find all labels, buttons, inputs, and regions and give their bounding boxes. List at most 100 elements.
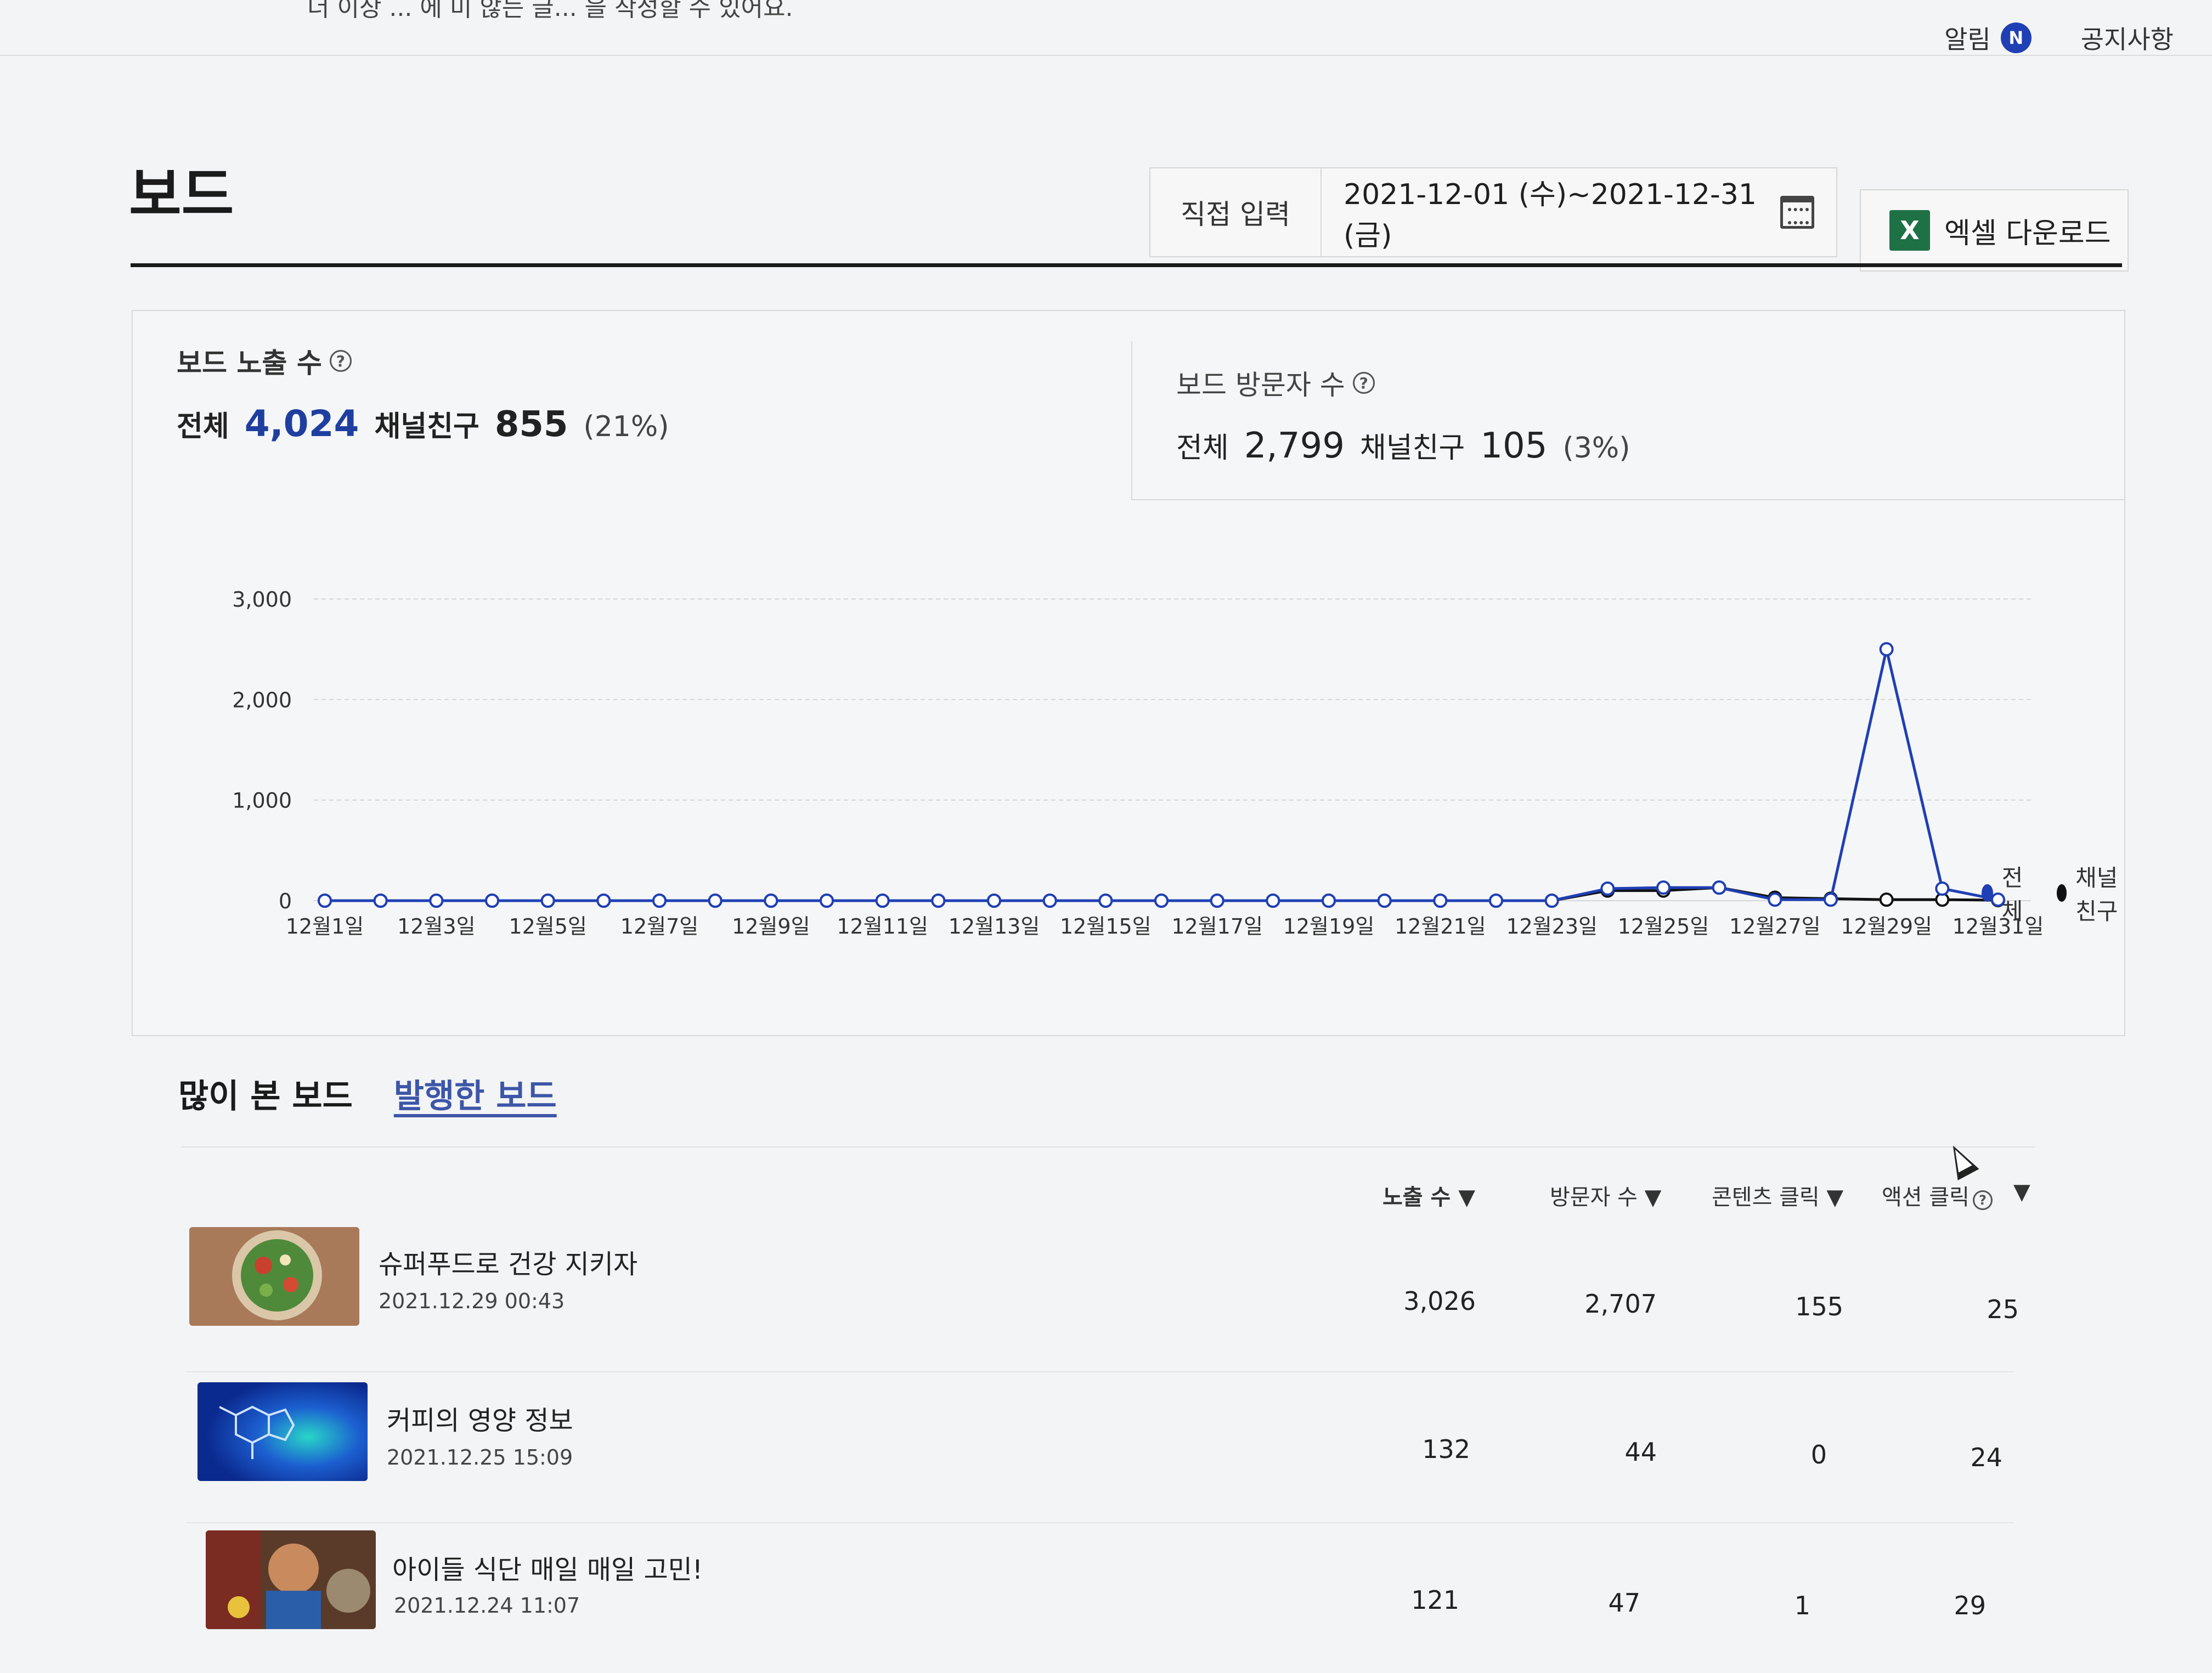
row-date: 2021.12.29 00:43 [379, 1289, 565, 1313]
row-title[interactable]: 아이들 식단 매일 매일 고민! [392, 1548, 703, 1586]
y-tick-label: 2,000 [232, 688, 292, 712]
row-visitors: 44 [1624, 1437, 1657, 1467]
row-title[interactable]: 슈퍼푸드로 건강 지키자 [379, 1242, 637, 1281]
table-row[interactable]: 아이들 식단 매일 매일 고민! 2021.12.24 11:07 121 47… [0, 1525, 2212, 1673]
col-action-clicks[interactable]: 액션 클릭? [1882, 1179, 1993, 1211]
row-content-clicks: 1 [1794, 1591, 1810, 1620]
excel-icon: X [1889, 210, 1930, 251]
row-visitors: 2,707 [1584, 1289, 1657, 1319]
series-line [325, 649, 1999, 902]
tab-popular[interactable]: 많이 본 보드 [178, 1070, 353, 1117]
legend-label-friend: 채널친구 [2075, 864, 2118, 925]
data-point [1042, 894, 1057, 908]
chart-legend: 전체 채널친구 [1982, 860, 2124, 926]
title-divider [131, 263, 2122, 267]
col-visitors[interactable]: 방문자 수 ▼ [1550, 1179, 1661, 1211]
data-point [318, 894, 332, 908]
tabs-divider [181, 1146, 2035, 1148]
x-tick-label: 12월25일 [1618, 914, 1709, 939]
y-tick-label: 1,000 [232, 789, 292, 813]
data-point [1935, 881, 1950, 896]
data-point [485, 894, 499, 908]
data-point [373, 894, 388, 908]
col-exposure[interactable]: 노출 수 ▼ [1383, 1179, 1475, 1211]
col-content-clicks[interactable]: 콘텐츠 클릭 ▼ [1712, 1179, 1843, 1211]
data-point [1098, 894, 1113, 908]
kids-meal-image [206, 1530, 376, 1629]
col-action-clicks-label: 액션 클릭 [1882, 1185, 1970, 1210]
direct-input-button[interactable]: 직접 입력 [1150, 168, 1322, 256]
calendar-icon[interactable] [1780, 196, 1814, 229]
excel-download-button[interactable]: X 엑셀 다운로드 [1860, 189, 2129, 272]
data-point [1433, 894, 1448, 908]
alerts-label: 알림 [1944, 25, 1991, 54]
data-point [875, 894, 890, 908]
legend-label-total: 전체 [2001, 864, 2023, 925]
row-divider [187, 1371, 2013, 1372]
data-point [1377, 894, 1392, 908]
x-tick-label: 12월27일 [1729, 914, 1821, 939]
alerts-link[interactable]: 알림 N [1944, 20, 2032, 56]
notice-link[interactable]: 공지사항 [2081, 20, 2174, 56]
notice-text: 더 이상 ... 에 미 않는 글... 을 작성할 수 있어요. [307, 0, 793, 22]
row-date: 2021.12.25 15:09 [387, 1445, 573, 1469]
data-point [540, 894, 555, 908]
y-tick-label: 3,000 [232, 587, 292, 612]
data-point [429, 894, 444, 908]
action-sort-arrow[interactable]: ▼ [2013, 1179, 2030, 1205]
top-bar: 더 이상 ... 에 미 않는 글... 을 작성할 수 있어요. 알림 N 공… [0, 0, 2212, 56]
x-tick-label: 12월23일 [1506, 914, 1598, 939]
table-header: 노출 수 ▼ 방문자 수 ▼ 콘텐츠 클릭 ▼ 액션 클릭? ▼ [0, 1179, 2212, 1223]
x-tick-label: 12월17일 [1171, 914, 1263, 939]
row-exposure: 3,026 [1403, 1286, 1476, 1316]
stats-card: 보드 노출 수 ? 전체 4,024 채널친구 855 (21%) 보드 방문자… [132, 310, 2125, 1036]
x-tick-label: 12월3일 [397, 914, 475, 939]
row-exposure: 132 [1422, 1434, 1470, 1464]
x-tick-label: 12월9일 [732, 914, 810, 939]
data-point [1489, 894, 1503, 908]
date-range-text: 2021-12-01 (수)~2021-12-31 (금) [1344, 178, 1757, 252]
x-tick-label: 12월5일 [509, 914, 586, 939]
data-point [1210, 894, 1224, 908]
data-point [1879, 892, 1894, 907]
data-point [1824, 892, 1838, 907]
data-point [1322, 894, 1336, 908]
legend-dot-total [1982, 884, 1993, 902]
table-row[interactable]: 슈퍼푸드로 건강 지키자 2021.12.29 00:43 3,026 2,70… [0, 1220, 2212, 1369]
help-icon[interactable]: ? [1972, 1190, 1993, 1210]
data-point [652, 894, 667, 908]
x-tick-label: 12월7일 [620, 914, 698, 939]
row-thumbnail [206, 1530, 376, 1629]
line-chart: 3,000 2,000 1,000 012월1일 12월3일 12월5일 12월7일 12월9… [232, 587, 2044, 939]
data-point [1712, 880, 1726, 895]
coffee-molecule-image [198, 1382, 368, 1481]
row-thumbnail [189, 1227, 359, 1326]
data-point [1266, 894, 1280, 908]
date-range-field[interactable]: 2021-12-01 (수)~2021-12-31 (금) [1322, 171, 1836, 253]
table-row[interactable]: 커피의 영양 정보 2021.12.25 15:09 132 44 0 24 [0, 1377, 2212, 1525]
data-point [596, 894, 611, 908]
data-point [1879, 642, 1894, 657]
legend-item-total[interactable]: 전체 [1982, 860, 2029, 926]
legend-dot-friend [2056, 884, 2067, 902]
data-point [1656, 880, 1671, 895]
salad-image [189, 1227, 359, 1326]
x-tick-label: 12월15일 [1060, 914, 1152, 939]
legend-item-friend[interactable]: 채널친구 [2056, 860, 2124, 926]
row-title[interactable]: 커피의 영양 정보 [387, 1399, 573, 1437]
data-point [820, 894, 834, 908]
date-filter[interactable]: 직접 입력 2021-12-01 (수)~2021-12-31 (금) [1149, 167, 1837, 257]
data-point [1544, 894, 1559, 908]
tab-published[interactable]: 발행한 보드 [394, 1070, 557, 1117]
row-exposure: 121 [1411, 1585, 1459, 1615]
data-point [987, 894, 1001, 908]
top-links: 알림 N 공지사항 [1944, 20, 2174, 56]
row-action-clicks: 29 [1954, 1591, 1986, 1620]
excel-download-label: 엑셀 다운로드 [1944, 217, 2111, 250]
data-point [708, 894, 723, 908]
data-point [764, 894, 778, 908]
x-tick-label: 12월1일 [286, 914, 364, 939]
x-tick-label: 12월11일 [837, 914, 928, 939]
x-tick-label: 12월21일 [1395, 914, 1486, 939]
page-title: 보드 [129, 161, 234, 228]
